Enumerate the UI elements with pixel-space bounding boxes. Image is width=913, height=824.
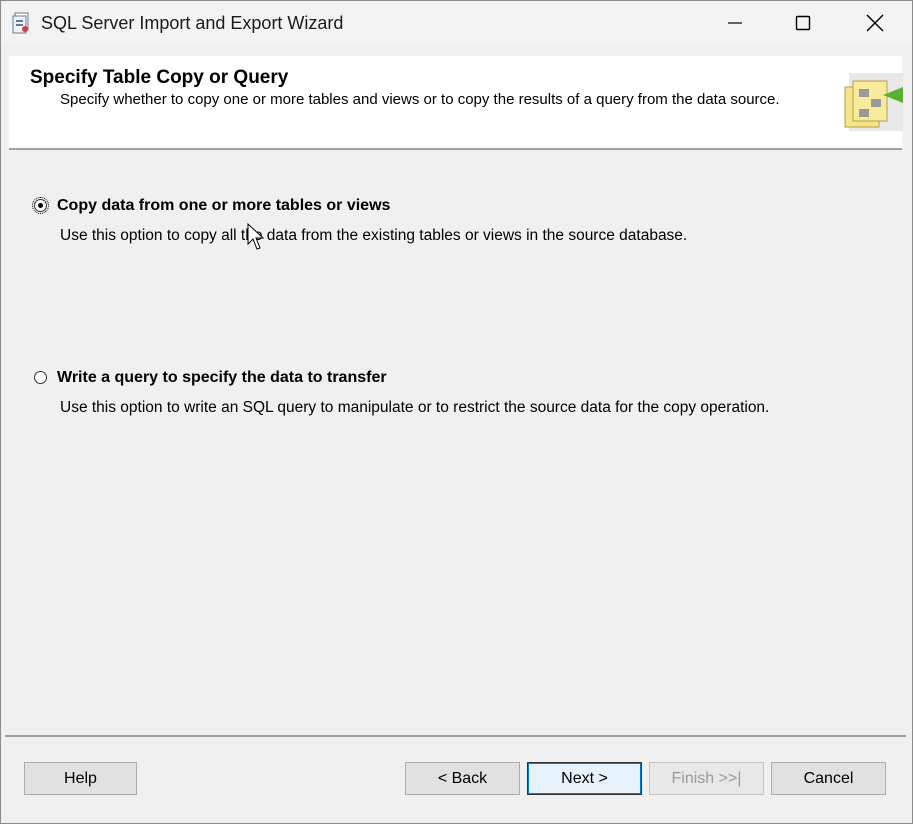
option-copy-tables-label[interactable]: Copy data from one or more tables or vie… [57, 197, 390, 215]
back-button[interactable]: < Back [405, 762, 520, 795]
wizard-header: Specify Table Copy or Query Specify whet… [9, 56, 903, 148]
wizard-window: SQL Server Import and Export Wizard Spec… [0, 0, 913, 824]
mouse-cursor [247, 223, 265, 250]
maximize-button[interactable] [780, 1, 826, 45]
finish-button: Finish >>| [649, 762, 764, 795]
maximize-icon [795, 15, 811, 31]
option-write-query-description: Use this option to write an SQL query to… [60, 399, 770, 416]
page-title: Specify Table Copy or Query [30, 67, 289, 88]
next-button[interactable]: Next > [527, 762, 642, 795]
option-write-query-label[interactable]: Write a query to specify the data to tra… [57, 369, 387, 387]
radio-write-query[interactable] [34, 371, 47, 384]
option-copy-tables-description: Use this option to copy all the data fro… [60, 227, 688, 244]
footer-divider [5, 735, 906, 737]
app-icon [11, 12, 33, 34]
title-bar[interactable]: SQL Server Import and Export Wizard [1, 1, 912, 45]
cancel-button[interactable]: Cancel [771, 762, 886, 795]
window-title: SQL Server Import and Export Wizard [41, 13, 344, 33]
header-divider [9, 148, 902, 150]
page-description: Specify whether to copy one or more tabl… [60, 91, 780, 108]
close-button[interactable] [852, 1, 898, 45]
radio-copy-tables[interactable] [32, 197, 49, 214]
wizard-graphic [843, 71, 903, 133]
close-icon [866, 14, 884, 32]
minimize-icon [728, 22, 742, 24]
help-button[interactable]: Help [24, 762, 137, 795]
minimize-button[interactable] [712, 1, 758, 45]
